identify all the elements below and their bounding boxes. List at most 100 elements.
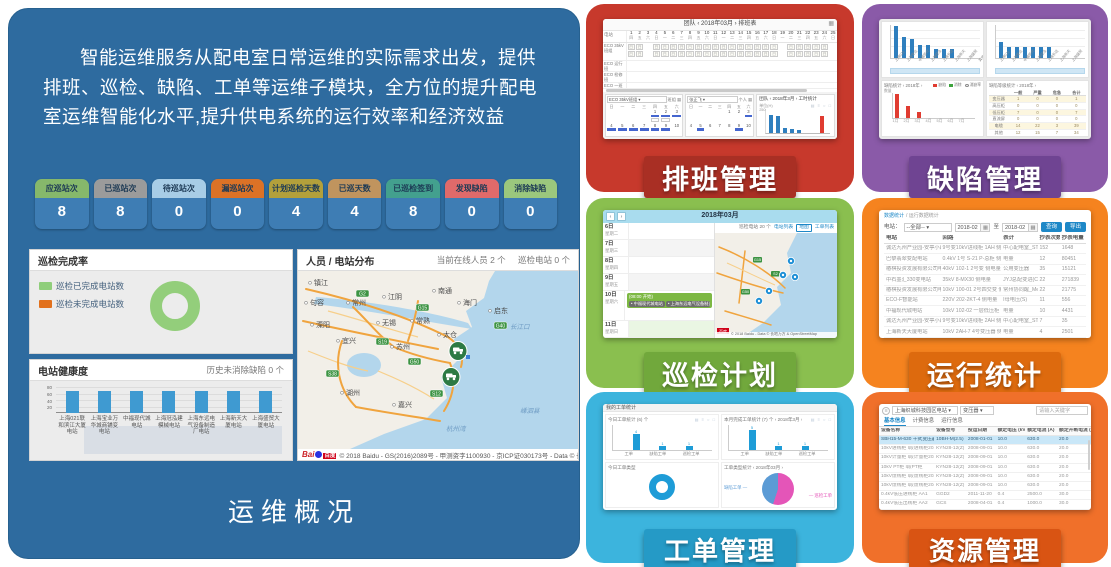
shift-chip[interactable]: 白 <box>787 51 794 57</box>
shift-chip[interactable]: 白 <box>737 51 744 57</box>
plan-day-row[interactable]: 7日星期三 <box>603 240 714 257</box>
calendar-icon[interactable]: ▦ <box>1028 224 1037 231</box>
tab-0[interactable]: 基本信息 <box>884 417 906 426</box>
table-row[interactable]: 诚达九州产业园-安亭小路电站9号变10kV进线柜 1AH 侧电量中心配电室_ST… <box>884 244 1086 254</box>
export-button[interactable]: 导出 <box>1065 222 1086 232</box>
card-title[interactable]: 缺陷等级统计 ‹ 2018年 › <box>989 83 1086 89</box>
shift-chip[interactable]: 白 <box>670 44 677 50</box>
shift-chip[interactable]: 白 <box>703 51 710 57</box>
tile-schedule[interactable]: 团队 ‹ 2018年03月 › 排班表▦电站1四2五3六4日5一6二7三8四9五… <box>586 4 854 192</box>
tab-1[interactable]: 计费信息 <box>913 417 935 426</box>
shift-chip[interactable]: 白 <box>670 51 677 57</box>
table-row[interactable]: 中石墨汇330变电站35kV 8-MX30 侧电量JYJ总配变进(C)22271… <box>884 275 1086 285</box>
mini-cal-day[interactable]: 4 <box>606 123 617 137</box>
mini-cal-select[interactable]: ECO 35kV班组 ▾ <box>607 96 667 103</box>
mini-cal-day[interactable]: 7 <box>715 123 725 137</box>
calendar-icon[interactable]: ▦ <box>677 97 681 103</box>
shift-chip[interactable]: 白 <box>695 51 702 57</box>
mini-cal-day[interactable]: 5 <box>696 123 706 137</box>
date-input-from[interactable]: 2018-02▦ <box>955 223 991 232</box>
datazoom-band[interactable] <box>890 68 980 74</box>
mini-cal-day[interactable]: 7 <box>639 123 650 137</box>
plan-map[interactable]: G15G50S2百度© 2018 Baidu - Data © 长地万方 & O… <box>715 233 837 338</box>
mini-cal-day[interactable]: 3 <box>671 109 682 123</box>
mini-cal-day[interactable] <box>686 109 696 123</box>
card-title[interactable]: 本月完成工单统计 (7) 个 ‹ 2018年3月 › <box>724 417 802 423</box>
shift-chip[interactable]: 白 <box>728 51 735 57</box>
table-row[interactable]: 10kV进线柜 I段进线柜201KYN28-12(Z)2008-09-0110.… <box>879 445 1091 454</box>
shift-chip[interactable]: 白 <box>661 44 668 50</box>
shift-chip[interactable]: 白 <box>821 51 828 57</box>
tile-stats[interactable]: 数据统计/ 运行数据统计电站：--全部-- ▾2018-02▦至2018-02▦… <box>862 198 1108 388</box>
date-input-to[interactable]: 2018-02▦ <box>1002 223 1038 232</box>
shift-chip[interactable]: 白 <box>812 51 819 57</box>
mini-cal-day[interactable]: 10 <box>671 123 682 137</box>
mini-cal-day[interactable]: 6 <box>705 123 715 137</box>
station-marker[interactable] <box>765 287 772 294</box>
mini-cal-day[interactable] <box>696 109 706 123</box>
mini-cal-day[interactable]: 1 <box>650 109 661 123</box>
query-button[interactable]: 查询 <box>1041 222 1062 232</box>
shift-chip[interactable]: 白 <box>745 44 752 50</box>
tile-plan[interactable]: ‹›2018年03月6日星期二7日星期三8日星期四9日星期五10日星期六(08:… <box>586 198 854 388</box>
chart-tool-icons[interactable]: ▤ ≡ ○ □ <box>811 417 832 423</box>
station-select[interactable]: 上海织城科技园区电站 ▾ <box>892 406 958 415</box>
plan-day-row[interactable]: 6日星期二 <box>603 223 714 240</box>
calendar-icon[interactable]: ▦ <box>980 224 989 231</box>
mini-cal-day[interactable] <box>628 109 639 123</box>
table-row[interactable]: 巴黎翡翠变配电站0.4kV 1号 S-21 P-总柜 侧电量电量1280451 <box>884 254 1086 264</box>
shift-chip[interactable]: 白 <box>770 44 777 50</box>
tile-defect[interactable]: 上海021上海宝业中福现代上海冠泓上海东远上海新天上海盛贸其他站上海021上海宝… <box>862 4 1108 192</box>
device-type-select[interactable]: 变压器 ▾ <box>960 406 994 415</box>
table-row[interactable]: 0.4kV低压出线柜 AA2GCS2008-04-010.41000.030.0 <box>879 500 1091 509</box>
shift-chip[interactable]: 白 <box>636 44 643 50</box>
shift-chip[interactable]: 白 <box>661 51 668 57</box>
table-row[interactable]: 10kV馈线柜 I段馈线柜203KYN28-12(Z)2008-09-0110.… <box>879 473 1091 482</box>
tab-2[interactable]: 运行信息 <box>941 417 963 426</box>
shift-chip[interactable]: 白 <box>754 44 761 50</box>
mini-cal-day[interactable]: 4 <box>686 123 696 137</box>
shift-chip[interactable]: 白 <box>653 51 660 57</box>
mini-cal-day[interactable]: 1 <box>725 109 735 123</box>
table-row[interactable]: 上海新天大厦电站10kV 2AH-7 4号变压器 侧电量电量42501 <box>884 327 1086 337</box>
shift-chip[interactable]: 白 <box>796 51 803 57</box>
card-title[interactable]: 今日工单类型 <box>608 465 716 471</box>
table-row[interactable]: ECO-F智能站220V 202-2KT-4 侧电量I母电压(S)11556 <box>884 296 1086 306</box>
tile-workorder[interactable]: 我的工单统计今日工单统计 (6) 个▤ ≡ ○ □411工单缺陷工单巡检工单本月… <box>586 392 854 563</box>
table-row[interactable]: 10kV馈线柜 I段馈线柜204KYN28-12(Z)2008-09-0110.… <box>879 482 1091 491</box>
shift-chip[interactable]: 白 <box>628 44 635 50</box>
station-marker[interactable] <box>787 257 794 264</box>
shift-chip[interactable]: 白 <box>804 51 811 57</box>
workhours-title[interactable]: 团队 ‹ 2018年3月 › 工时统计 <box>757 95 834 103</box>
shift-chip[interactable]: 白 <box>628 51 635 57</box>
shift-chip[interactable]: 白 <box>762 44 769 50</box>
event-chip[interactable]: • 中福现代城电站 <box>629 301 665 307</box>
plan-tab-0[interactable]: 电站列表 <box>774 225 793 231</box>
shift-chip[interactable]: 白 <box>737 44 744 50</box>
table-row[interactable]: 椿棋投资发展有限公司电站40kV 102-1 2号变 侧电量公用变压器35151… <box>884 265 1086 275</box>
shift-chip[interactable]: 白 <box>720 51 727 57</box>
plan-tab-2[interactable]: 工单列表 <box>815 225 834 231</box>
shift-chip[interactable]: 白 <box>812 44 819 50</box>
plan-day-row[interactable]: 8日星期四 <box>603 257 714 274</box>
chart-tool-icons[interactable]: ▤ ≡ ○ □ <box>811 103 832 108</box>
mini-cal-day[interactable] <box>617 109 628 123</box>
mini-cal-day[interactable] <box>715 109 725 123</box>
shift-chip[interactable]: 白 <box>762 51 769 57</box>
shift-chip[interactable]: 白 <box>770 51 777 57</box>
mini-cal-day[interactable]: 2 <box>734 109 744 123</box>
plan-day-row[interactable]: 11日星期日 <box>603 321 714 338</box>
shift-chip[interactable]: 白 <box>703 44 710 50</box>
v-scrollbar[interactable] <box>1088 440 1090 470</box>
plan-event[interactable]: (08:00 开始)• 中福现代城电站• 上海东远电气设备制造厂电站 <box>627 293 712 308</box>
shift-chip[interactable]: 白 <box>636 51 643 57</box>
card-title[interactable]: 今日工单统计 (6) 个 <box>608 417 648 423</box>
vehicle-marker[interactable] <box>449 342 467 361</box>
table-row[interactable]: 诚达九州产业园-安亭小路电站9号变10kV进线柜 2AH 侧电量中心配电室_ST… <box>884 317 1086 327</box>
search-input[interactable]: 请输入关键字 <box>1036 406 1088 415</box>
table-row[interactable]: 10kV计量柜 I段计量柜202KYN28-12(Z)2008-09-0110.… <box>879 454 1091 463</box>
calendar-icon[interactable]: ▦ <box>748 97 752 103</box>
plan-day-row[interactable]: 9日星期五 <box>603 274 714 291</box>
mini-cal-day[interactable]: 8 <box>725 123 735 137</box>
mini-cal-day[interactable]: 5 <box>617 123 628 137</box>
